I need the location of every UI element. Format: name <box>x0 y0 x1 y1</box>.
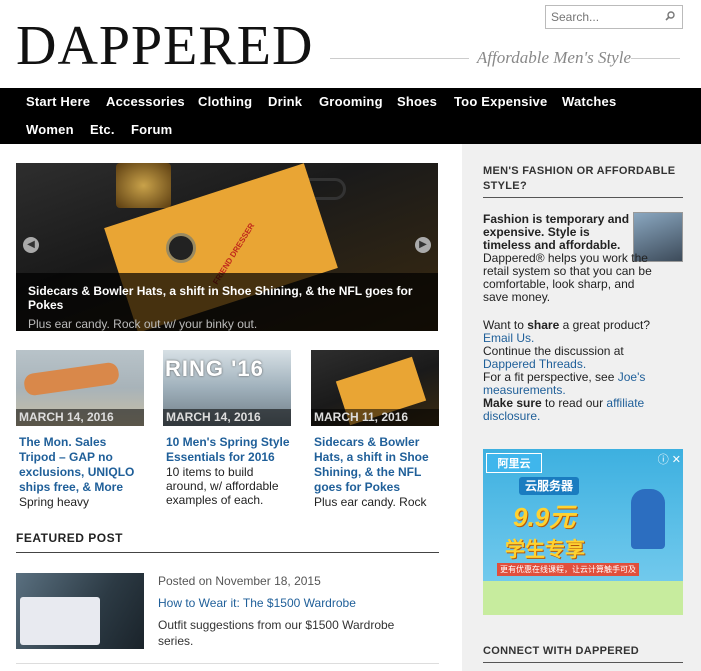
search-icon[interactable] <box>664 10 676 22</box>
site-logo[interactable]: DAPPERED <box>16 18 313 74</box>
post-card: MARCH 11, 2016 Sidecars & Bowler Hats, a… <box>311 350 439 523</box>
ad-student-offer: 学生专享 <box>505 539 585 561</box>
slider-caption[interactable]: Sidecars & Bowler Hats, a shift in Shoe … <box>16 273 438 331</box>
sidebar-heading-about: MEN'S FASHION OR AFFORDABLE STYLE? <box>483 164 683 198</box>
post-card: RING '16 MARCH 14, 2016 10 Men's Spring … <box>163 350 291 507</box>
slider-prev-icon[interactable]: ◀ <box>23 237 39 253</box>
featured-title-link[interactable]: How to Wear it: The $1500 Wardrobe <box>158 596 356 610</box>
sidebar-fit-text: For a fit perspective, see Joe's measure… <box>483 370 646 397</box>
slider-next-icon[interactable]: ▶ <box>415 237 431 253</box>
sidebar-intro-text: Dappered® helps you work the retail syst… <box>483 251 652 304</box>
post-card: MARCH 14, 2016 The Mon. Sales Tripod – G… <box>16 350 144 523</box>
nav-item-clothing[interactable]: Clothing <box>198 94 252 109</box>
ad-hero-illustration <box>631 489 665 549</box>
post-title-link[interactable]: The Mon. Sales Tripod – GAP no exclusion… <box>16 435 144 495</box>
main-nav: Start Here Accessories Clothing Drink Gr… <box>0 88 701 144</box>
sidebar-intro-bold: Fashion is temporary and expensive. Styl… <box>483 212 630 252</box>
ad-tagline: 更有优惠在线课程，让云计算触手可及 <box>497 563 639 576</box>
ad-background <box>483 581 683 615</box>
advertisement[interactable]: 阿里云 ⓘ ✕ 云服务器 9.9元 学生专享 更有优惠在线课程，让云计算触手可及 <box>483 449 683 615</box>
nav-item-too-expensive[interactable]: Too Expensive <box>454 94 547 109</box>
cat-image <box>22 361 121 397</box>
watch-image <box>166 233 196 263</box>
divider <box>16 663 439 664</box>
ad-info-icon[interactable]: ⓘ ✕ <box>658 451 681 467</box>
search-box[interactable] <box>545 5 683 29</box>
featured-slider[interactable]: FRIEND DRESSER ◀ ▶ Sidecars & Bowler Hat… <box>16 163 438 331</box>
sidebar-heading-connect: CONNECT WITH DAPPERED <box>483 644 683 663</box>
nav-item-women[interactable]: Women <box>26 122 74 137</box>
thumb-text: RING '16 <box>165 356 264 381</box>
site-tagline: Affordable Men's Style <box>468 48 631 68</box>
featured-posted-date: Posted on November 18, 2015 <box>158 574 321 588</box>
nav-item-start-here[interactable]: Start Here <box>26 94 90 109</box>
post-excerpt: 10 items to build around, w/ affordable … <box>166 465 279 507</box>
ad-price: 9.9元 <box>513 502 576 532</box>
credit-card-image <box>20 597 100 645</box>
post-date: MARCH 14, 2016 <box>16 409 144 426</box>
featured-thumbnail[interactable] <box>16 573 144 649</box>
nav-item-grooming[interactable]: Grooming <box>319 94 383 109</box>
post-date: MARCH 14, 2016 <box>163 409 291 426</box>
post-excerpt: Spring heavy <box>19 495 90 509</box>
sidebar-disclosure-text: Make sure to read our affiliate disclosu… <box>483 396 645 423</box>
nav-item-forum[interactable]: Forum <box>131 122 172 137</box>
post-date: MARCH 11, 2016 <box>311 409 439 426</box>
nav-item-etc[interactable]: Etc. <box>90 122 115 137</box>
whiskey-glass-image <box>116 163 171 208</box>
post-thumbnail[interactable]: MARCH 14, 2016 <box>16 350 144 426</box>
nav-item-watches[interactable]: Watches <box>562 94 616 109</box>
nav-item-accessories[interactable]: Accessories <box>106 94 185 109</box>
nav-item-drink[interactable]: Drink <box>268 94 302 109</box>
nav-item-shoes[interactable]: Shoes <box>397 94 437 109</box>
post-thumbnail[interactable]: MARCH 11, 2016 <box>311 350 439 426</box>
ad-brand-logo: 阿里云 <box>486 453 542 473</box>
post-excerpt: Plus ear candy. Rock <box>314 495 427 509</box>
slider-subtitle: Plus ear candy. Rock out w/ your binky o… <box>28 317 258 331</box>
featured-post-heading: FEATURED POST <box>16 531 439 553</box>
post-title-link[interactable]: 10 Men's Spring Style Essentials for 201… <box>163 435 291 465</box>
featured-excerpt: Outfit suggestions from our $1500 Wardro… <box>158 618 395 648</box>
post-thumbnail[interactable]: RING '16 MARCH 14, 2016 <box>163 350 291 426</box>
slider-title[interactable]: Sidecars & Bowler Hats, a shift in Shoe … <box>28 284 426 312</box>
sidebar: MEN'S FASHION OR AFFORDABLE STYLE? Fashi… <box>462 144 701 671</box>
post-title-link[interactable]: Sidecars & Bowler Hats, a shift in Shoe … <box>311 435 439 495</box>
search-input[interactable] <box>546 6 656 28</box>
ad-headline: 云服务器 <box>519 477 579 495</box>
